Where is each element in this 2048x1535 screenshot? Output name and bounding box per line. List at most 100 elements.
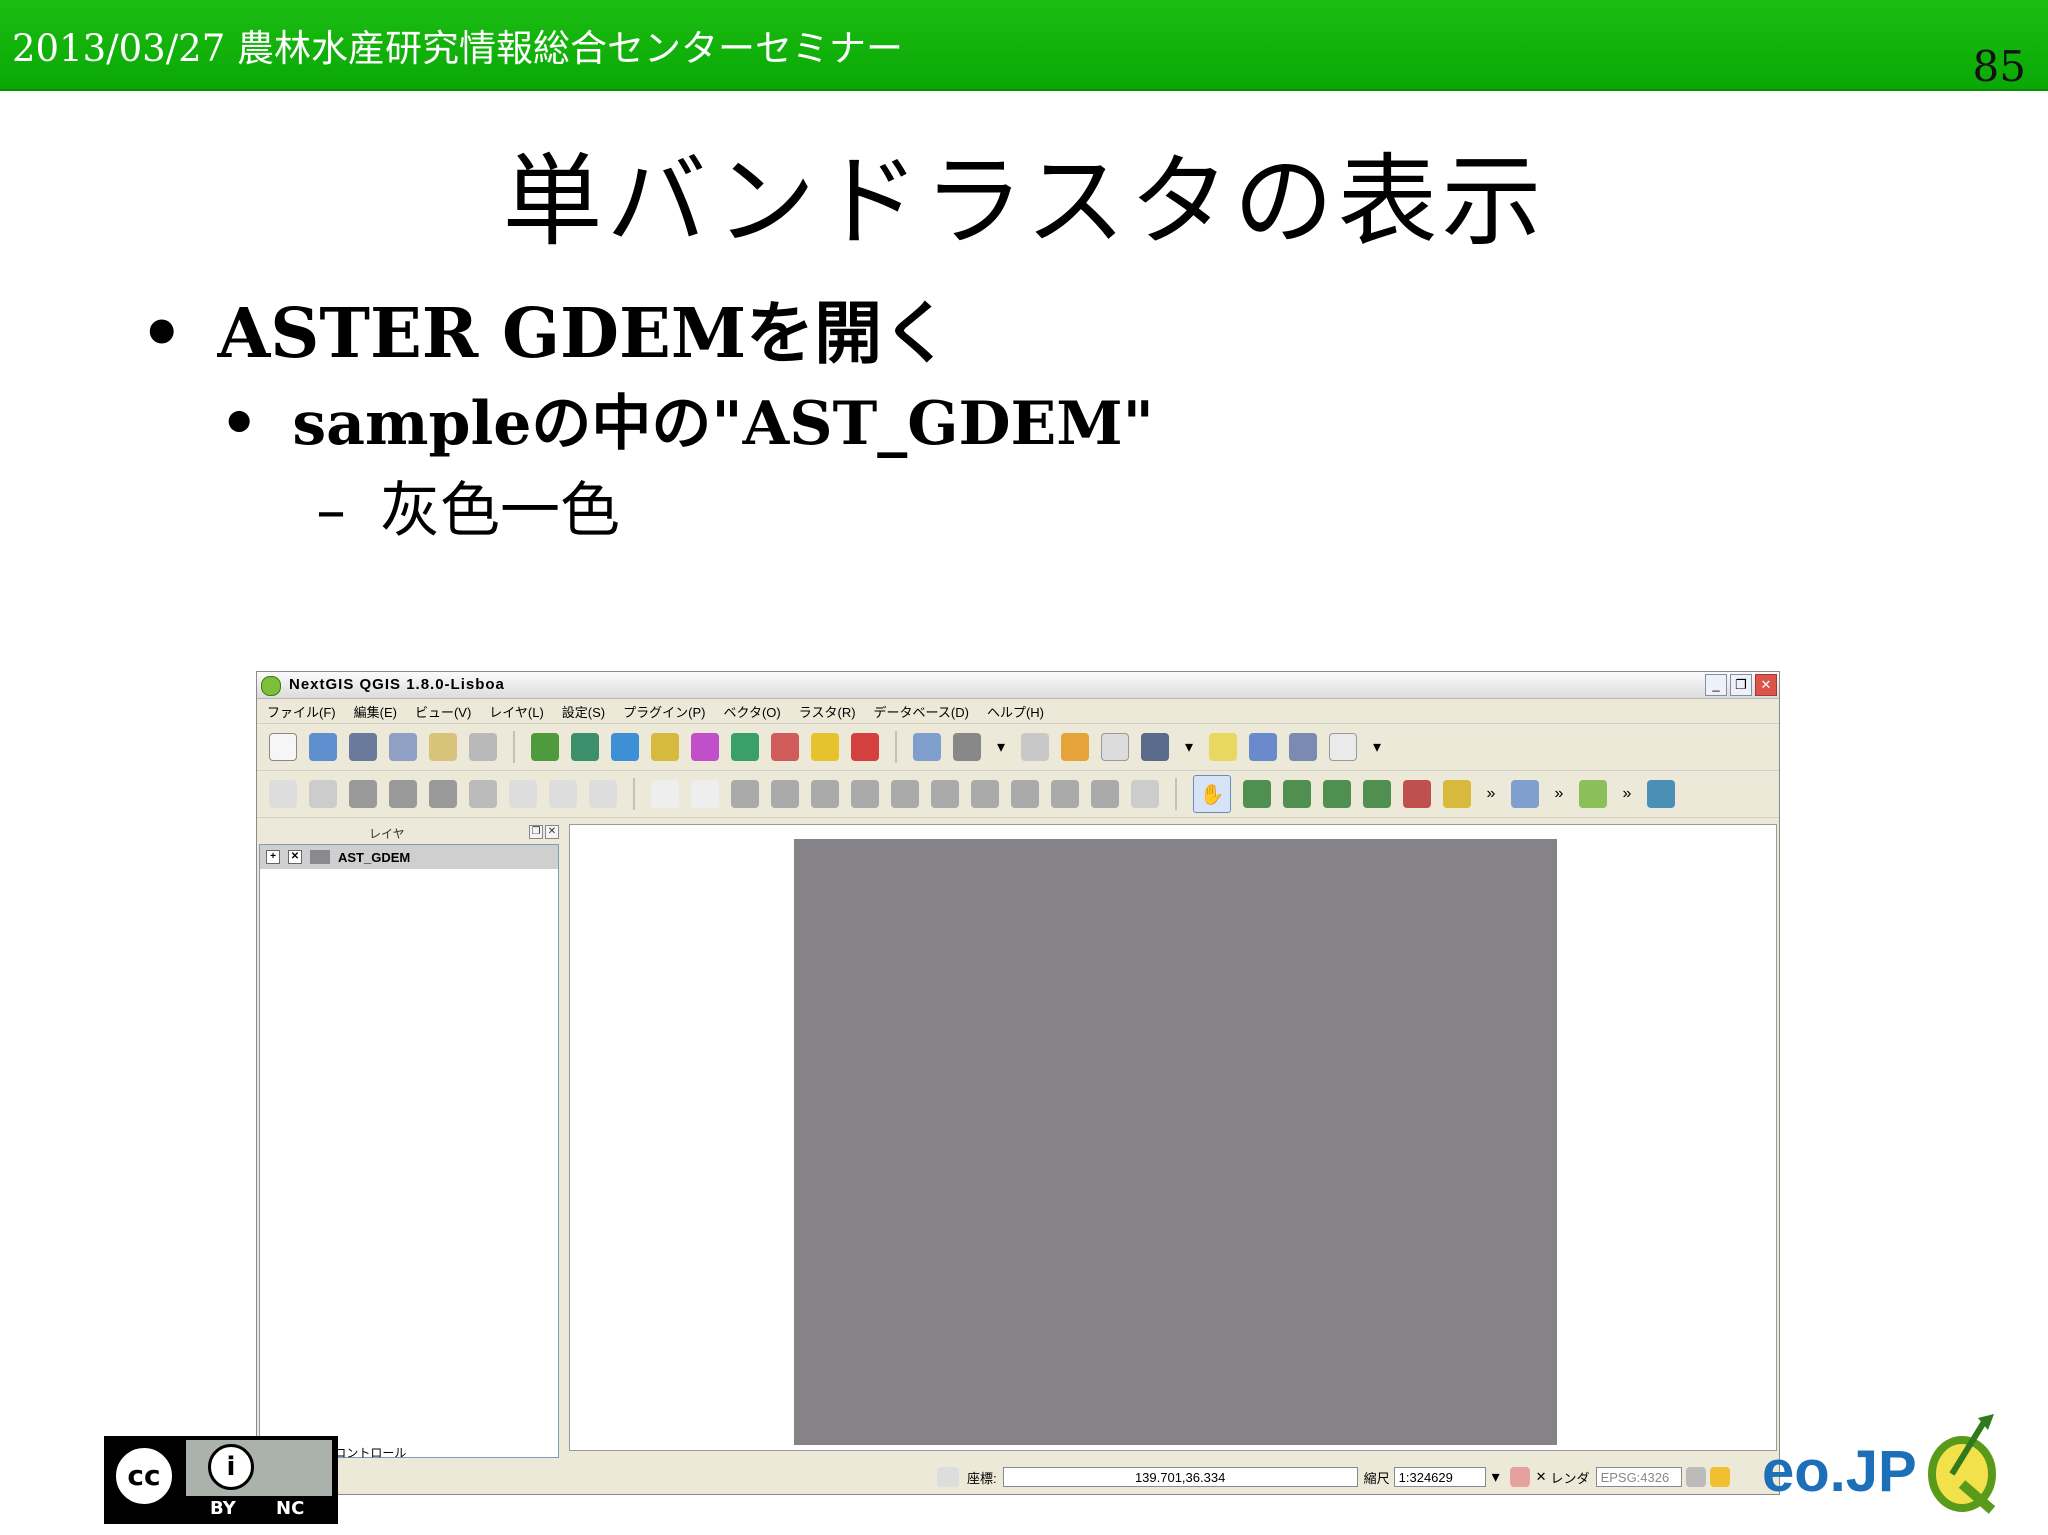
zoom-in-icon[interactable] <box>1283 780 1311 808</box>
menu-file[interactable]: ファイル(F) <box>267 702 336 721</box>
cut-icon[interactable] <box>509 780 537 808</box>
save-project-icon[interactable] <box>349 733 377 761</box>
visibility-checkbox[interactable]: ✕ <box>288 850 302 864</box>
new-shapefile-icon[interactable] <box>811 733 839 761</box>
menu-settings[interactable]: 設定(S) <box>562 702 605 721</box>
new-project-icon[interactable] <box>269 733 297 761</box>
add-postgis-layer-icon[interactable] <box>611 733 639 761</box>
split-features-icon[interactable] <box>1011 780 1039 808</box>
offset-curve-icon[interactable] <box>971 780 999 808</box>
layer-item[interactable]: + ✕ AST_GDEM <box>260 845 558 869</box>
save-as-icon[interactable] <box>389 733 417 761</box>
menu-help[interactable]: ヘルプ(H) <box>987 702 1044 721</box>
menu-database[interactable]: データベース(D) <box>874 702 969 721</box>
copy-icon[interactable] <box>549 780 577 808</box>
more-tools-icon[interactable]: » <box>1619 785 1635 803</box>
add-spatialite-layer-icon[interactable] <box>651 733 679 761</box>
attribute-table-icon[interactable] <box>1101 733 1129 761</box>
home-bookmark-icon[interactable] <box>1289 733 1317 761</box>
chevron-down-icon[interactable]: ▾ <box>993 737 1009 757</box>
paste-icon[interactable] <box>589 780 617 808</box>
gear-icon[interactable] <box>953 733 981 761</box>
menu-raster[interactable]: ラスタ(R) <box>799 702 856 721</box>
add-ring-icon[interactable] <box>731 780 759 808</box>
select-icon[interactable] <box>1021 733 1049 761</box>
database-icon[interactable] <box>1647 780 1675 808</box>
float-panel-icon[interactable]: ❐ <box>529 825 543 839</box>
pan-tool-icon[interactable]: ✋ <box>1193 775 1231 813</box>
delete-part-icon[interactable] <box>891 780 919 808</box>
menu-vector[interactable]: ベクタ(O) <box>723 702 780 721</box>
raster-tool-icon[interactable] <box>1579 780 1607 808</box>
identify-icon[interactable] <box>1061 733 1089 761</box>
reshape-icon[interactable] <box>931 780 959 808</box>
layers-panel-title: レイヤ <box>369 827 405 841</box>
cc-logo-icon: cc <box>112 1444 176 1508</box>
print-icon[interactable] <box>469 733 497 761</box>
open-project-icon[interactable] <box>309 733 337 761</box>
label-tool-icon[interactable] <box>1511 780 1539 808</box>
warning-icon[interactable] <box>1709 1467 1730 1487</box>
menubar: ファイル(F) 編集(E) ビュー(V) レイヤ(L) 設定(S) プラグイン(… <box>257 699 1779 724</box>
zoom-to-selection-icon[interactable] <box>1403 780 1431 808</box>
raster-image <box>794 839 1557 1445</box>
zoom-to-layer-icon[interactable] <box>1443 780 1471 808</box>
new-print-composer-icon[interactable] <box>429 733 457 761</box>
chevron-down-icon[interactable]: ▾ <box>1369 737 1385 757</box>
add-wcs-layer-icon[interactable] <box>771 733 799 761</box>
restore-button[interactable]: ❐ <box>1730 674 1752 696</box>
menu-view[interactable]: ビュー(V) <box>415 702 471 721</box>
more-tools-icon[interactable]: » <box>1483 785 1499 803</box>
zoom-out-icon[interactable] <box>1323 780 1351 808</box>
move-feature-icon[interactable] <box>389 780 417 808</box>
add-mssql-layer-icon[interactable] <box>691 733 719 761</box>
add-feature-icon[interactable] <box>349 780 377 808</box>
save-edits-icon[interactable] <box>309 780 337 808</box>
bullet-3: – 灰色一色 <box>316 476 620 546</box>
add-raster-layer-icon[interactable] <box>571 733 599 761</box>
more-tools-icon[interactable]: » <box>1551 785 1567 803</box>
expand-icon[interactable]: + <box>266 850 280 864</box>
remove-layer-icon[interactable] <box>851 733 879 761</box>
spatial-bookmark-icon[interactable] <box>1249 733 1277 761</box>
chevron-down-icon[interactable]: ▾ <box>1488 1467 1504 1487</box>
chevron-down-icon[interactable]: ▾ <box>1181 737 1197 757</box>
map-canvas[interactable] <box>569 824 1777 1451</box>
toolbar-file: ▾ ▾ ▾ <box>257 724 1779 771</box>
merge-features-icon[interactable] <box>1051 780 1079 808</box>
help-icon[interactable] <box>913 733 941 761</box>
measure-icon[interactable] <box>1141 733 1169 761</box>
node-tool-icon[interactable] <box>429 780 457 808</box>
undo-icon[interactable] <box>651 780 679 808</box>
toolbar-edit: ✋ » » » <box>257 771 1779 818</box>
pan-to-selection-icon[interactable] <box>1243 780 1271 808</box>
close-button[interactable]: ✕ <box>1755 674 1777 696</box>
stop-render-icon[interactable] <box>1509 1467 1530 1487</box>
delete-ring-icon[interactable] <box>851 780 879 808</box>
fill-ring-icon[interactable] <box>811 780 839 808</box>
epsg-label[interactable]: EPSG:4326 <box>1595 1467 1682 1487</box>
add-vector-layer-icon[interactable] <box>531 733 559 761</box>
toolbar-separator <box>895 731 897 763</box>
redo-icon[interactable] <box>691 780 719 808</box>
merge-attributes-icon[interactable] <box>1091 780 1119 808</box>
minimize-button[interactable]: _ <box>1705 674 1727 696</box>
coordinate-field[interactable]: 139.701,36.334 <box>1002 1467 1358 1487</box>
zoom-full-icon[interactable] <box>1363 780 1391 808</box>
render-checkbox[interactable]: ✕ <box>1536 1469 1547 1485</box>
add-part-icon[interactable] <box>771 780 799 808</box>
map-tips-icon[interactable] <box>1209 733 1237 761</box>
pencil-icon[interactable] <box>269 780 297 808</box>
text-annotation-icon[interactable] <box>1329 733 1357 761</box>
menu-plugins[interactable]: プラグイン(P) <box>623 702 705 721</box>
close-panel-icon[interactable]: ✕ <box>545 825 559 839</box>
toolbar-separator <box>513 731 515 763</box>
add-wms-layer-icon[interactable] <box>731 733 759 761</box>
menu-layer[interactable]: レイヤ(L) <box>489 702 544 721</box>
delete-selected-icon[interactable] <box>469 780 497 808</box>
toggle-extents-icon[interactable] <box>937 1467 959 1487</box>
scale-combobox[interactable]: 1:324629 <box>1393 1467 1486 1487</box>
crs-icon[interactable] <box>1685 1467 1706 1487</box>
rotate-point-icon[interactable] <box>1131 780 1159 808</box>
menu-edit[interactable]: 編集(E) <box>354 702 397 721</box>
